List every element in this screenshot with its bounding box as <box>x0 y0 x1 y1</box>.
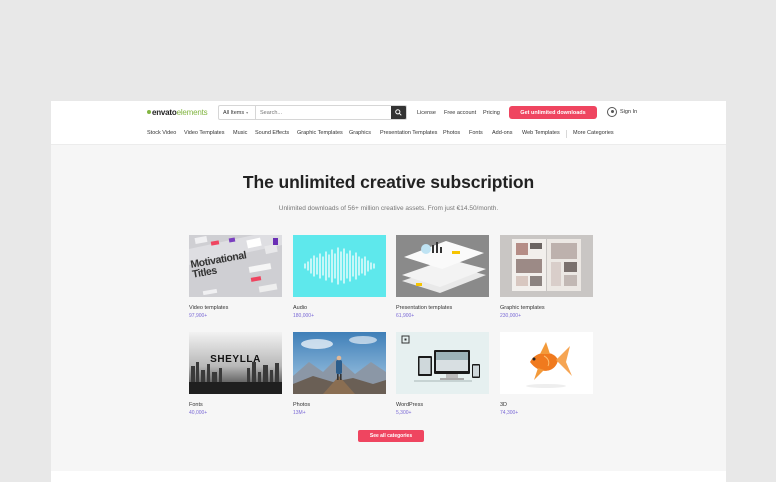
chevron-down-icon: ▾ <box>246 110 249 115</box>
cat-photos[interactable]: Photos <box>443 130 460 136</box>
search-box: All Items ▾ <box>218 105 407 120</box>
cat-sound-effects[interactable]: Sound Effects <box>255 130 289 136</box>
cat-fonts[interactable]: Fonts <box>469 130 483 136</box>
cat-graphic-templates[interactable]: Graphic Templates <box>297 130 343 136</box>
sign-in-link[interactable]: Sign In <box>607 107 637 117</box>
category-card-video-templates[interactable]: Motivational Titles Video templates 97,90… <box>189 235 282 319</box>
get-unlimited-downloads-button[interactable]: Get unlimited downloads <box>509 106 597 119</box>
audio-waveform-icon <box>293 235 386 297</box>
audio-thumbnail <box>293 235 386 297</box>
category-card-audio[interactable]: Audio 180,000+ <box>293 235 386 319</box>
search-icon <box>395 109 402 116</box>
logo-secondary: elements <box>176 108 208 117</box>
card-count: 74,300+ <box>500 410 519 416</box>
nav-license[interactable]: License <box>417 110 436 116</box>
card-title: Graphic templates <box>500 305 545 311</box>
category-card-presentation-templates[interactable]: Presentation templates 61,900+ <box>396 235 489 319</box>
main-content: The unlimited creative subscription Unli… <box>51 145 726 471</box>
envato-elements-logo[interactable]: envatoelements <box>147 108 208 117</box>
sign-in-label: Sign In <box>620 109 638 115</box>
photos-thumbnail <box>293 332 386 394</box>
cat-presentation-templates[interactable]: Presentation Templates <box>380 130 437 136</box>
cat-more-categories[interactable]: More Categories <box>573 130 614 136</box>
category-card-graphic-templates[interactable]: Graphic templates 230,000+ <box>500 235 593 319</box>
cat-music[interactable]: Music <box>233 130 247 136</box>
category-nav: Stock Video Video Templates Music Sound … <box>51 124 726 145</box>
hero-title: The unlimited creative subscription <box>242 172 535 192</box>
graphic-templates-thumbnail <box>500 235 593 297</box>
search-category-dropdown[interactable]: All Items ▾ <box>219 106 256 119</box>
3d-thumbnail <box>500 332 593 394</box>
category-card-3d[interactable]: 3D 74,300+ <box>500 332 593 416</box>
nav-pricing[interactable]: Pricing <box>483 110 500 116</box>
search-category-label: All Items <box>223 109 245 116</box>
cat-add-ons[interactable]: Add-ons <box>492 130 513 136</box>
nav-free-account[interactable]: Free account <box>444 110 476 116</box>
page: envatoelements All Items ▾ License Free … <box>51 101 726 482</box>
fonts-thumbnail: SHEYLLA <box>189 332 282 394</box>
wordpress-thumbnail <box>396 332 489 394</box>
fonts-thumb-text: SHEYLLA <box>210 354 261 365</box>
card-count: 40,000+ <box>189 410 208 416</box>
card-count: 97,900+ <box>189 313 208 319</box>
presentation-templates-thumbnail <box>396 235 489 297</box>
user-icon <box>607 107 617 117</box>
card-title: Photos <box>293 402 311 408</box>
see-all-categories-button[interactable]: See all categories <box>358 430 424 442</box>
card-title: Audio <box>293 305 308 311</box>
card-title: Video templates <box>189 305 229 311</box>
video-templates-thumbnail: Motivational Titles <box>189 235 282 297</box>
hero-subtitle: Unlimited downloads of 56+ million creat… <box>278 205 499 212</box>
search-button[interactable] <box>391 106 406 119</box>
card-title: WordPress <box>396 402 424 408</box>
category-card-photos[interactable]: Photos 13M+ <box>293 332 386 416</box>
card-count: 5,300+ <box>396 410 412 416</box>
cat-video-templates[interactable]: Video Templates <box>184 130 224 136</box>
nav-divider <box>566 130 567 138</box>
top-bar: envatoelements All Items ▾ License Free … <box>51 101 726 124</box>
card-count: 13M+ <box>293 410 306 416</box>
search-input[interactable] <box>256 106 391 119</box>
cat-stock-video[interactable]: Stock Video <box>147 130 176 136</box>
card-title: 3D <box>500 402 508 408</box>
card-count: 180,000+ <box>293 313 314 319</box>
cat-graphics[interactable]: Graphics <box>349 130 371 136</box>
logo-primary: envato <box>152 108 177 117</box>
goldfish-icon <box>500 332 593 394</box>
category-card-fonts[interactable]: SHEYLLA Fonts 40,000+ <box>189 332 282 416</box>
category-card-wordpress[interactable]: WordPress 5,300+ <box>396 332 489 416</box>
card-title: Presentation templates <box>396 305 453 311</box>
card-title: Fonts <box>189 402 203 408</box>
cat-web-templates[interactable]: Web Templates <box>522 130 560 136</box>
logo-leaf-icon <box>147 110 151 114</box>
card-count: 230,000+ <box>500 313 521 319</box>
card-count: 61,900+ <box>396 313 415 319</box>
